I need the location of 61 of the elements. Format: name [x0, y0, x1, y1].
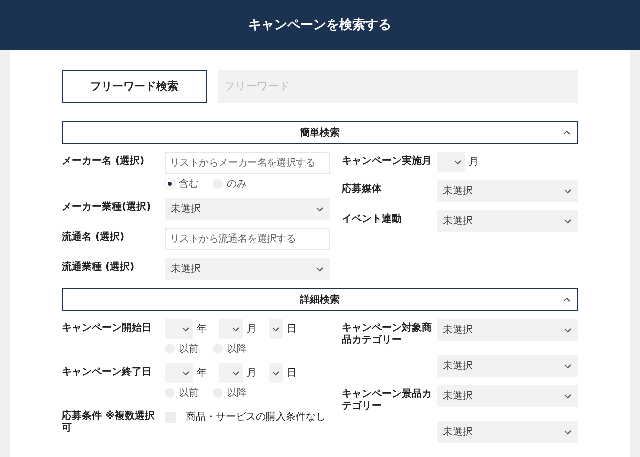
chevron-down-icon — [272, 370, 280, 376]
field-label: キャンペーン開始日 — [62, 322, 153, 335]
date-dropdown[interactable] — [269, 319, 283, 339]
dropdown[interactable]: 未選択 — [437, 210, 578, 232]
date-dropdown[interactable] — [269, 363, 283, 383]
chevron-up-icon — [563, 297, 571, 302]
dropdown[interactable]: 未選択 — [165, 198, 330, 220]
field-label: イベント連動 — [342, 212, 403, 226]
radio-label: のみ — [227, 178, 247, 190]
dropdown[interactable]: 未選択 — [165, 258, 330, 280]
field-label: メーカー業種(選択) — [62, 200, 152, 214]
chevron-down-icon — [564, 218, 572, 224]
page-title: キャンペーンを検索する — [248, 16, 392, 34]
dropdown[interactable]: 未選択 — [437, 385, 578, 407]
radio-label: 以前 — [179, 386, 199, 400]
dropdown[interactable]: 未選択 — [437, 421, 578, 443]
chevron-down-icon — [182, 326, 190, 332]
field-label: 応募条件 ※複数選択可 — [62, 409, 156, 435]
field-label: キャンペーン景品カテゴリー — [342, 388, 433, 413]
chevron-down-icon — [272, 326, 280, 332]
search-field[interactable]: リストから流通名を選択する — [165, 228, 330, 250]
dropdown[interactable]: 未選択 — [437, 319, 578, 341]
dropdown[interactable]: 未選択 — [437, 180, 578, 202]
unit-label: 月 — [247, 367, 257, 380]
search-field[interactable]: リストからメーカー名を選択する — [165, 152, 330, 174]
radio-label: 含む — [179, 178, 199, 190]
chevron-down-icon — [182, 370, 190, 376]
unit-label: 年 — [197, 367, 207, 380]
radio-label: 以降 — [227, 386, 247, 400]
month-dropdown[interactable] — [437, 152, 465, 172]
section-header[interactable]: 詳細検索 — [62, 288, 578, 311]
chevron-down-icon — [316, 206, 324, 212]
dropdown[interactable]: 未選択 — [437, 355, 578, 377]
field-label: メーカー名 (選択) — [62, 154, 146, 168]
unit-label: 日 — [287, 367, 297, 380]
section-header[interactable]: 簡単検索 — [62, 121, 578, 144]
field-label: キャンペーン対象商品カテゴリー — [342, 321, 433, 347]
field-label: 流通名 (選択) — [62, 230, 126, 244]
chevron-down-icon — [564, 364, 572, 368]
field-label: キャンペーン終了日 — [62, 366, 153, 379]
chevron-down-icon — [564, 328, 572, 332]
freeword-search-button[interactable]: フリーワード検索 — [62, 70, 207, 103]
radio-button[interactable] — [165, 178, 175, 188]
chevron-down-icon — [454, 160, 462, 164]
chevron-down-icon — [232, 370, 240, 376]
unit-label: 日 — [287, 323, 297, 336]
radio-label: 以前 — [179, 342, 199, 356]
field-label: キャンペーン実施月 — [342, 154, 433, 168]
chevron-up-icon — [563, 130, 571, 135]
radio-label: 以降 — [227, 342, 247, 356]
unit-label: 年 — [197, 323, 207, 336]
field-label: 流通業種 (選択) — [62, 260, 136, 274]
chevron-down-icon — [564, 188, 572, 194]
field-label: 応募媒体 — [342, 182, 383, 196]
chevron-down-icon — [232, 326, 240, 332]
unit-label: 月 — [247, 323, 257, 336]
unit-label: 月 — [469, 156, 479, 169]
chevron-down-icon — [316, 266, 324, 272]
chevron-down-icon — [564, 430, 572, 434]
chevron-down-icon — [564, 394, 572, 398]
checkbox-label: 商品・サービスの購入条件なし — [186, 410, 326, 424]
